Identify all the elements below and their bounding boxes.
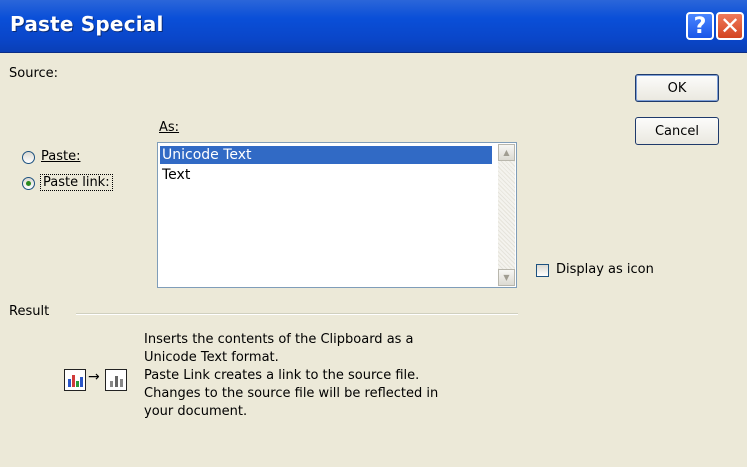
source-label: Source: bbox=[9, 66, 59, 81]
result-line-5: your document. bbox=[144, 404, 248, 419]
help-icon: ? bbox=[693, 13, 707, 39]
paste-label-text: Paste: bbox=[41, 149, 81, 164]
close-button[interactable]: ✕ bbox=[716, 12, 744, 40]
list-item-text[interactable]: Text bbox=[160, 166, 190, 184]
paste-link-radio-label[interactable]: Paste link: bbox=[40, 174, 113, 191]
result-line-2: Unicode Text format. bbox=[144, 350, 279, 365]
cancel-button[interactable]: Cancel bbox=[635, 117, 719, 145]
display-as-icon-label[interactable]: Display as icon bbox=[556, 262, 654, 277]
result-label: Result bbox=[9, 304, 50, 319]
ok-button[interactable]: OK bbox=[635, 74, 719, 102]
close-icon: ✕ bbox=[719, 12, 741, 40]
result-line-3: Paste Link creates a link to the source … bbox=[144, 368, 420, 383]
window-title: Paste Special bbox=[10, 12, 164, 36]
arrow-icon: → bbox=[88, 369, 100, 385]
vertical-scrollbar[interactable]: ▲ ▼ bbox=[498, 144, 515, 286]
display-as-icon-text: Display as icon bbox=[556, 262, 654, 277]
scroll-up-button[interactable]: ▲ bbox=[498, 144, 515, 161]
result-line-4: Changes to the source file will be refle… bbox=[144, 386, 439, 401]
scroll-down-arrow-icon: ▼ bbox=[503, 273, 510, 282]
scroll-up-arrow-icon: ▲ bbox=[503, 148, 510, 157]
result-line-1: Inserts the contents of the Clipboard as… bbox=[144, 332, 414, 347]
paste-radio[interactable] bbox=[22, 151, 35, 164]
as-listbox[interactable]: Unicode Text Text ▲ ▼ bbox=[157, 142, 517, 288]
paste-radio-label[interactable]: Paste: bbox=[41, 149, 80, 164]
as-label-text: As: bbox=[159, 120, 180, 135]
scroll-down-button[interactable]: ▼ bbox=[498, 269, 515, 286]
source-chart-icon bbox=[64, 369, 86, 391]
title-bar[interactable]: Paste Special ? ✕ bbox=[0, 0, 747, 53]
result-description: Inserts the contents of the Clipboard as… bbox=[144, 331, 484, 421]
as-label: As: bbox=[159, 120, 179, 135]
result-divider bbox=[76, 313, 518, 315]
linked-chart-icon bbox=[105, 369, 127, 391]
paste-link-radio[interactable] bbox=[22, 177, 35, 190]
list-item-unicode-text[interactable]: Unicode Text bbox=[160, 146, 492, 164]
help-button[interactable]: ? bbox=[686, 12, 714, 40]
display-as-icon-checkbox[interactable] bbox=[536, 264, 549, 277]
paste-link-label-text: Paste link: bbox=[43, 175, 110, 190]
